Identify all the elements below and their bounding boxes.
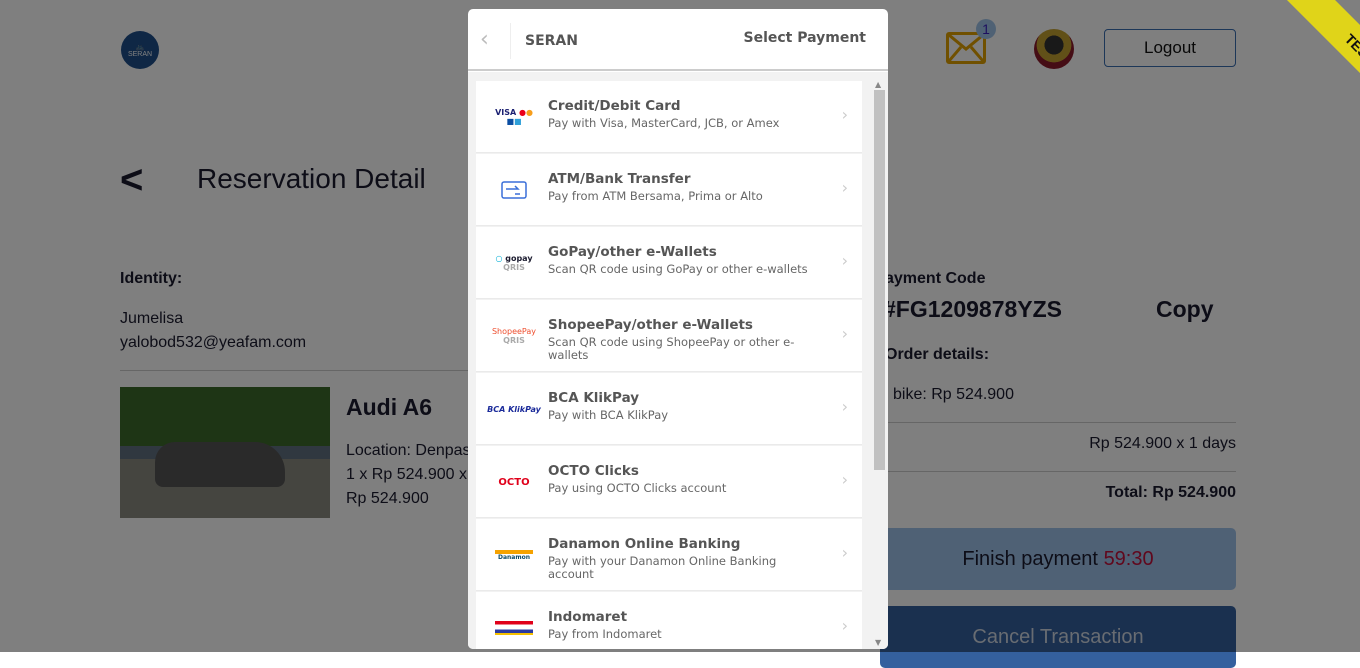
option-name: OCTO Clicks	[548, 463, 639, 479]
indomaret-logo-icon	[486, 592, 542, 649]
scroll-down-icon[interactable]: ▼	[875, 638, 881, 647]
chevron-right-icon: ›	[841, 616, 848, 635]
option-name: Danamon Online Banking	[548, 536, 741, 552]
chevron-right-icon: ›	[841, 543, 848, 562]
option-name: ATM/Bank Transfer	[548, 171, 691, 187]
scroll-up-icon[interactable]: ▲	[875, 80, 881, 89]
modal-header: ‹ SERAN Select Payment	[468, 9, 888, 71]
payment-method-list: VISA ●● ■■ Credit/Debit Card Pay with Vis…	[468, 72, 888, 649]
option-desc: Scan QR code using GoPay or other e-wall…	[548, 262, 808, 276]
divider	[510, 23, 511, 59]
option-name: GoPay/other e-Wallets	[548, 244, 717, 260]
modal-title: Select Payment	[743, 30, 866, 46]
bank-transfer-icon	[486, 154, 542, 226]
option-desc: Pay with Visa, MasterCard, JCB, or Amex	[548, 116, 780, 130]
payment-option-octo-clicks[interactable]: OCTO OCTO Clicks Pay using OCTO Clicks a…	[476, 446, 862, 518]
payment-option-shopeepay[interactable]: ShopeePay QRIS ShopeePay/other e-Wallets …	[476, 300, 862, 372]
shopeepay-logo-icon: ShopeePay QRIS	[491, 327, 537, 345]
chevron-right-icon: ›	[841, 470, 848, 489]
bca-klikpay-logo-icon: BCA KlikPay	[487, 404, 541, 414]
chevron-right-icon: ›	[841, 178, 848, 197]
back-chevron-icon[interactable]: ‹	[480, 27, 489, 52]
chevron-right-icon: ›	[841, 105, 848, 124]
option-desc: Pay using OCTO Clicks account	[548, 481, 727, 495]
option-desc: Pay from Indomaret	[548, 627, 662, 641]
option-desc: Scan QR code using ShopeePay or other e-…	[548, 335, 795, 362]
option-name: BCA KlikPay	[548, 390, 640, 406]
payment-option-bank-transfer[interactable]: ATM/Bank Transfer Pay from ATM Bersama, …	[476, 154, 862, 226]
danamon-logo-icon: Danamon	[486, 519, 542, 591]
option-desc: Pay from ATM Bersama, Prima or Alto	[548, 189, 763, 203]
chevron-right-icon: ›	[841, 324, 848, 343]
option-desc: Pay with BCA KlikPay	[548, 408, 669, 422]
option-name: ShopeePay/other e-Wallets	[548, 317, 753, 333]
option-desc: Pay with your Danamon Online Banking acc…	[548, 554, 777, 581]
chevron-right-icon: ›	[841, 397, 848, 416]
option-name: Indomaret	[548, 609, 628, 625]
scrollbar-thumb[interactable]	[874, 90, 885, 470]
payment-option-indomaret[interactable]: Indomaret Pay from Indomaret ›	[476, 592, 862, 649]
chevron-right-icon: ›	[841, 251, 848, 270]
gopay-logo-icon: ○ gopay QRIS	[495, 254, 533, 272]
octo-clicks-logo-icon: OCTO	[498, 476, 530, 488]
payment-option-danamon[interactable]: Danamon Danamon Online Banking Pay with …	[476, 519, 862, 591]
payment-option-bca-klikpay[interactable]: BCA KlikPay BCA KlikPay Pay with BCA Kli…	[476, 373, 862, 445]
option-name: Credit/Debit Card	[548, 98, 681, 114]
card-logos-icon: VISA ●● ■■	[495, 108, 533, 126]
merchant-name: SERAN	[525, 33, 578, 49]
scrollbar[interactable]: ▲ ▼	[872, 80, 886, 649]
payment-modal: ‹ SERAN Select Payment VISA ●● ■■ Credit/…	[468, 9, 888, 649]
payment-option-gopay[interactable]: ○ gopay QRIS GoPay/other e-Wallets Scan Q…	[476, 227, 862, 299]
payment-option-credit-card[interactable]: VISA ●● ■■ Credit/Debit Card Pay with Vis…	[476, 81, 862, 153]
